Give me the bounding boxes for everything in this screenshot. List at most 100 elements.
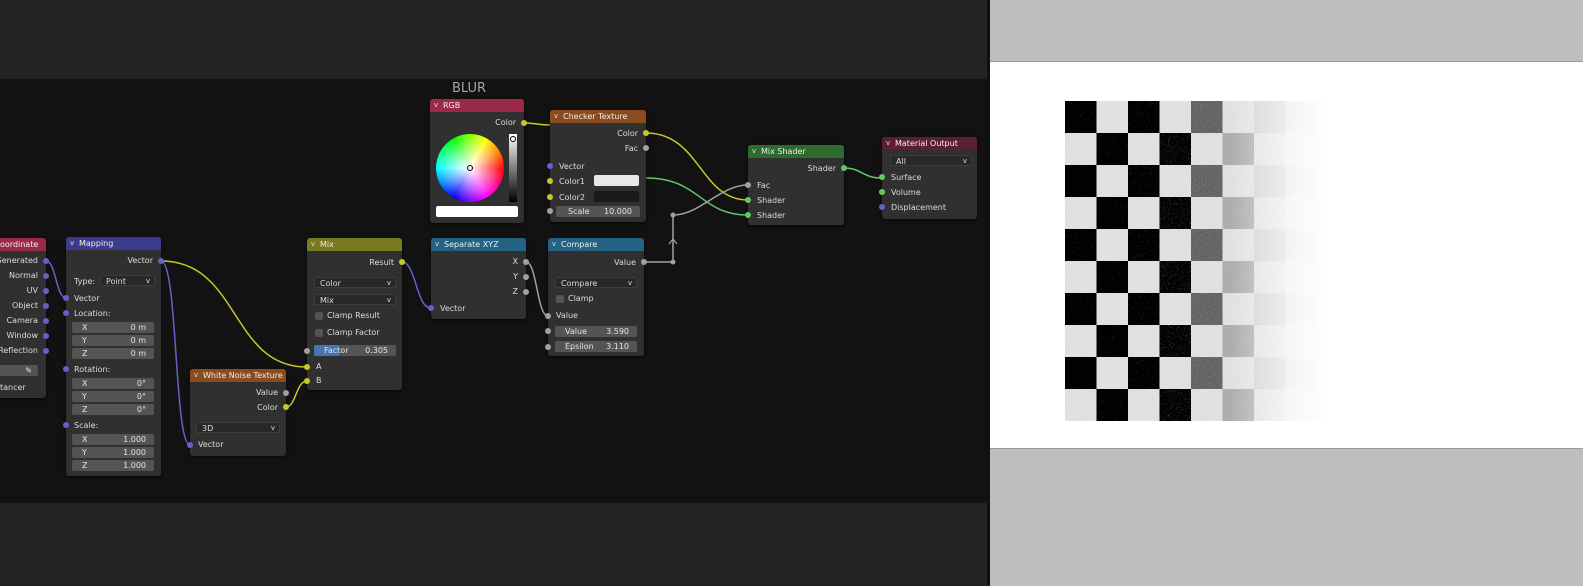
location-z-field[interactable]: Z 0 m bbox=[72, 348, 154, 359]
socket-checker-fac[interactable] bbox=[643, 145, 649, 151]
collapse-chevron-icon[interactable]: v bbox=[752, 145, 756, 158]
collapse-chevron-icon[interactable]: v bbox=[194, 369, 198, 382]
collapse-chevron-icon[interactable]: v bbox=[434, 99, 438, 112]
value-slider[interactable] bbox=[509, 134, 517, 202]
color-swatch[interactable] bbox=[436, 206, 518, 217]
material-output-node[interactable]: v Material Output All v Surface Volume Di… bbox=[882, 137, 977, 219]
socket-mix-shader-out[interactable] bbox=[841, 165, 847, 171]
socket-checker-color2[interactable] bbox=[547, 194, 553, 200]
mix-blend-type-dropdown[interactable]: Mix v bbox=[314, 294, 396, 305]
socket-separate-z[interactable] bbox=[523, 289, 529, 295]
socket-window[interactable] bbox=[43, 333, 49, 339]
rgb-node[interactable]: v RGB Color bbox=[430, 99, 524, 223]
socket-noise-vector[interactable] bbox=[187, 442, 193, 448]
compare-node[interactable]: v Compare Value Compare v Clamp Value Val… bbox=[548, 238, 644, 356]
socket-volume[interactable] bbox=[879, 189, 885, 195]
object-field[interactable]: ✎ bbox=[0, 365, 38, 376]
socket-separate-y[interactable] bbox=[523, 274, 529, 280]
collapse-chevron-icon[interactable]: v bbox=[886, 137, 890, 150]
dimension-dropdown[interactable]: 3D v bbox=[196, 422, 280, 433]
compare-clamp-checkbox[interactable] bbox=[556, 295, 564, 303]
clamp-result-checkbox[interactable] bbox=[315, 312, 323, 320]
socket-object[interactable] bbox=[43, 303, 49, 309]
rotation-y-field[interactable]: Y 0° bbox=[72, 391, 154, 402]
socket-mix-b[interactable] bbox=[304, 378, 310, 384]
location-x-field[interactable]: X 0 m bbox=[72, 322, 154, 333]
factor-label: Factor bbox=[324, 346, 349, 355]
socket-separate-vector[interactable] bbox=[428, 305, 434, 311]
socket-scale[interactable] bbox=[63, 422, 69, 428]
clamp-factor-checkbox[interactable] bbox=[315, 329, 323, 337]
socket-checker-vector[interactable] bbox=[547, 163, 553, 169]
socket-mapping-in[interactable] bbox=[63, 295, 69, 301]
color2-swatch[interactable] bbox=[594, 191, 639, 202]
socket-displacement[interactable] bbox=[879, 204, 885, 210]
socket-noise-value[interactable] bbox=[283, 390, 289, 396]
socket-camera[interactable] bbox=[43, 318, 49, 324]
socket-checker-scale[interactable] bbox=[547, 208, 553, 214]
socket-rgb-color[interactable] bbox=[521, 120, 527, 126]
socket-location[interactable] bbox=[63, 310, 69, 316]
rotation-z-axis: Z bbox=[82, 405, 88, 414]
collapse-chevron-icon[interactable]: v bbox=[435, 238, 439, 251]
collapse-chevron-icon[interactable]: v bbox=[554, 110, 558, 123]
color1-swatch[interactable] bbox=[594, 175, 639, 186]
socket-mix-result[interactable] bbox=[399, 259, 405, 265]
collapse-chevron-icon[interactable]: v bbox=[552, 238, 556, 251]
value-slider-handle[interactable] bbox=[510, 136, 516, 142]
rotation-x-field[interactable]: X 0° bbox=[72, 378, 154, 389]
white-noise-node[interactable]: v White Noise Texture Value Color 3D v Ve… bbox=[190, 369, 286, 456]
socket-noise-color[interactable] bbox=[283, 404, 289, 410]
compare-operation-dropdown[interactable]: Compare v bbox=[555, 277, 637, 288]
socket-surface[interactable] bbox=[879, 174, 885, 180]
socket-reflection[interactable] bbox=[43, 348, 49, 354]
output-reflection: Reflection bbox=[0, 346, 38, 355]
compare-value-field[interactable]: Value 3.590 bbox=[555, 326, 637, 337]
socket-mapping-out[interactable] bbox=[158, 258, 164, 264]
checker-texture-node[interactable]: v Checker Texture Color Fac Vector Color… bbox=[550, 110, 646, 222]
compare-epsilon-field[interactable]: Epsilon 3.110 bbox=[555, 341, 637, 352]
socket-mix-a[interactable] bbox=[304, 364, 310, 370]
mix-shader-node[interactable]: v Mix Shader Shader Fac Shader Shader bbox=[748, 145, 844, 225]
rotation-z-field[interactable]: Z 0° bbox=[72, 404, 154, 415]
socket-mix-shader-in2[interactable] bbox=[745, 212, 751, 218]
texture-coordinate-node[interactable]: oordinate Generated Normal UV Object Cam… bbox=[0, 238, 46, 398]
socket-normal[interactable] bbox=[43, 273, 49, 279]
collapse-chevron-icon[interactable]: v bbox=[70, 237, 74, 250]
socket-checker-color1[interactable] bbox=[547, 178, 553, 184]
render-viewer[interactable] bbox=[990, 0, 1583, 586]
location-y-field[interactable]: Y 0 m bbox=[72, 335, 154, 346]
socket-compare-in[interactable] bbox=[545, 313, 551, 319]
socket-uv[interactable] bbox=[43, 288, 49, 294]
mix-node[interactable]: v Mix Result Color v Mix v Clamp Result Cl… bbox=[307, 238, 402, 390]
socket-compare-epsilon[interactable] bbox=[545, 344, 551, 350]
checker-title: Checker Texture bbox=[563, 112, 628, 121]
color-wheel-cursor[interactable] bbox=[467, 165, 473, 171]
socket-generated[interactable] bbox=[43, 258, 49, 264]
mix-data-type-dropdown[interactable]: Color v bbox=[314, 277, 396, 288]
socket-separate-x[interactable] bbox=[523, 259, 529, 265]
socket-checker-color[interactable] bbox=[643, 130, 649, 136]
scale-x-field[interactable]: X 1.000 bbox=[72, 434, 154, 445]
socket-mix-shader-in1[interactable] bbox=[745, 197, 751, 203]
socket-rotation[interactable] bbox=[63, 366, 69, 372]
eyedropper-icon[interactable]: ✎ bbox=[25, 365, 32, 376]
factor-slider[interactable]: Factor 0.305 bbox=[314, 345, 396, 356]
collapse-chevron-icon[interactable]: v bbox=[311, 238, 315, 251]
mapping-type-dropdown[interactable]: Point v bbox=[100, 275, 155, 286]
checker-scale-field[interactable]: Scale 10.000 bbox=[556, 206, 640, 217]
socket-compare-value[interactable] bbox=[545, 328, 551, 334]
checker-scale-value: 10.000 bbox=[604, 207, 632, 216]
separate-output-y: Y bbox=[513, 272, 518, 281]
scale-z-field[interactable]: Z 1.000 bbox=[72, 460, 154, 471]
scale-y-field[interactable]: Y 1.000 bbox=[72, 447, 154, 458]
socket-compare-out[interactable] bbox=[641, 259, 647, 265]
node-editor[interactable]: BLUR oordinate Generated Normal UV Objec… bbox=[0, 0, 987, 586]
mapping-node[interactable]: v Mapping Vector Type: Point v Vector Loc… bbox=[66, 237, 161, 476]
separate-xyz-node[interactable]: v Separate XYZ X Y Z Vector bbox=[431, 238, 526, 319]
link-reroute-fac bbox=[672, 184, 749, 216]
target-dropdown[interactable]: All v bbox=[890, 155, 972, 166]
socket-mix-factor[interactable] bbox=[304, 348, 310, 354]
socket-mix-shader-fac[interactable] bbox=[745, 182, 751, 188]
clamp-result-label: Clamp Result bbox=[327, 311, 380, 320]
